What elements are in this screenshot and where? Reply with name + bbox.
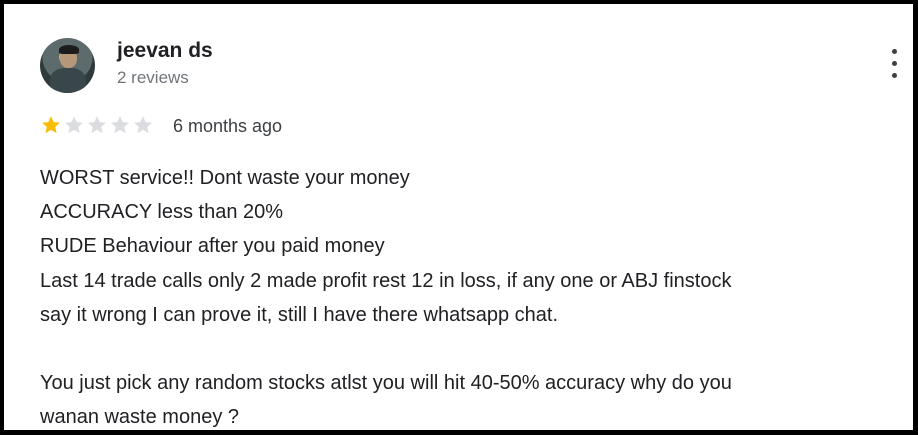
review-text-line: You just pick any random stocks atlst yo… bbox=[40, 372, 732, 395]
star-rating bbox=[40, 114, 155, 136]
review-text: WORST service!! Dont waste your money AC… bbox=[40, 161, 900, 430]
review-text-line: Last 14 trade calls only 2 made profit r… bbox=[40, 269, 732, 292]
review-text-line: ACCURACY less than 20% bbox=[40, 201, 284, 224]
review-text-line: WORST service!! Dont waste your money bbox=[40, 167, 410, 189]
star-icon bbox=[65, 116, 83, 134]
avatar[interactable] bbox=[40, 38, 95, 93]
star-icon bbox=[134, 116, 152, 134]
more-vert-icon[interactable] bbox=[887, 46, 901, 82]
author-review-count: 2 reviews bbox=[117, 68, 189, 87]
review-text-line: RUDE Behaviour after you paid money bbox=[40, 235, 385, 258]
review-time: 6 months ago bbox=[173, 116, 283, 136]
review-text-line: wanan waste money ? bbox=[40, 406, 240, 429]
review-card: jeevan ds 2 reviews 6 months ago WORST s… bbox=[4, 4, 913, 430]
review-text-blank-line bbox=[40, 332, 900, 366]
author-name[interactable]: jeevan ds bbox=[117, 39, 213, 63]
star-icon bbox=[42, 116, 60, 134]
star-icon bbox=[111, 116, 129, 134]
review-text-line: say it wrong I can prove it, still I hav… bbox=[40, 303, 559, 326]
star-icon bbox=[88, 116, 106, 134]
